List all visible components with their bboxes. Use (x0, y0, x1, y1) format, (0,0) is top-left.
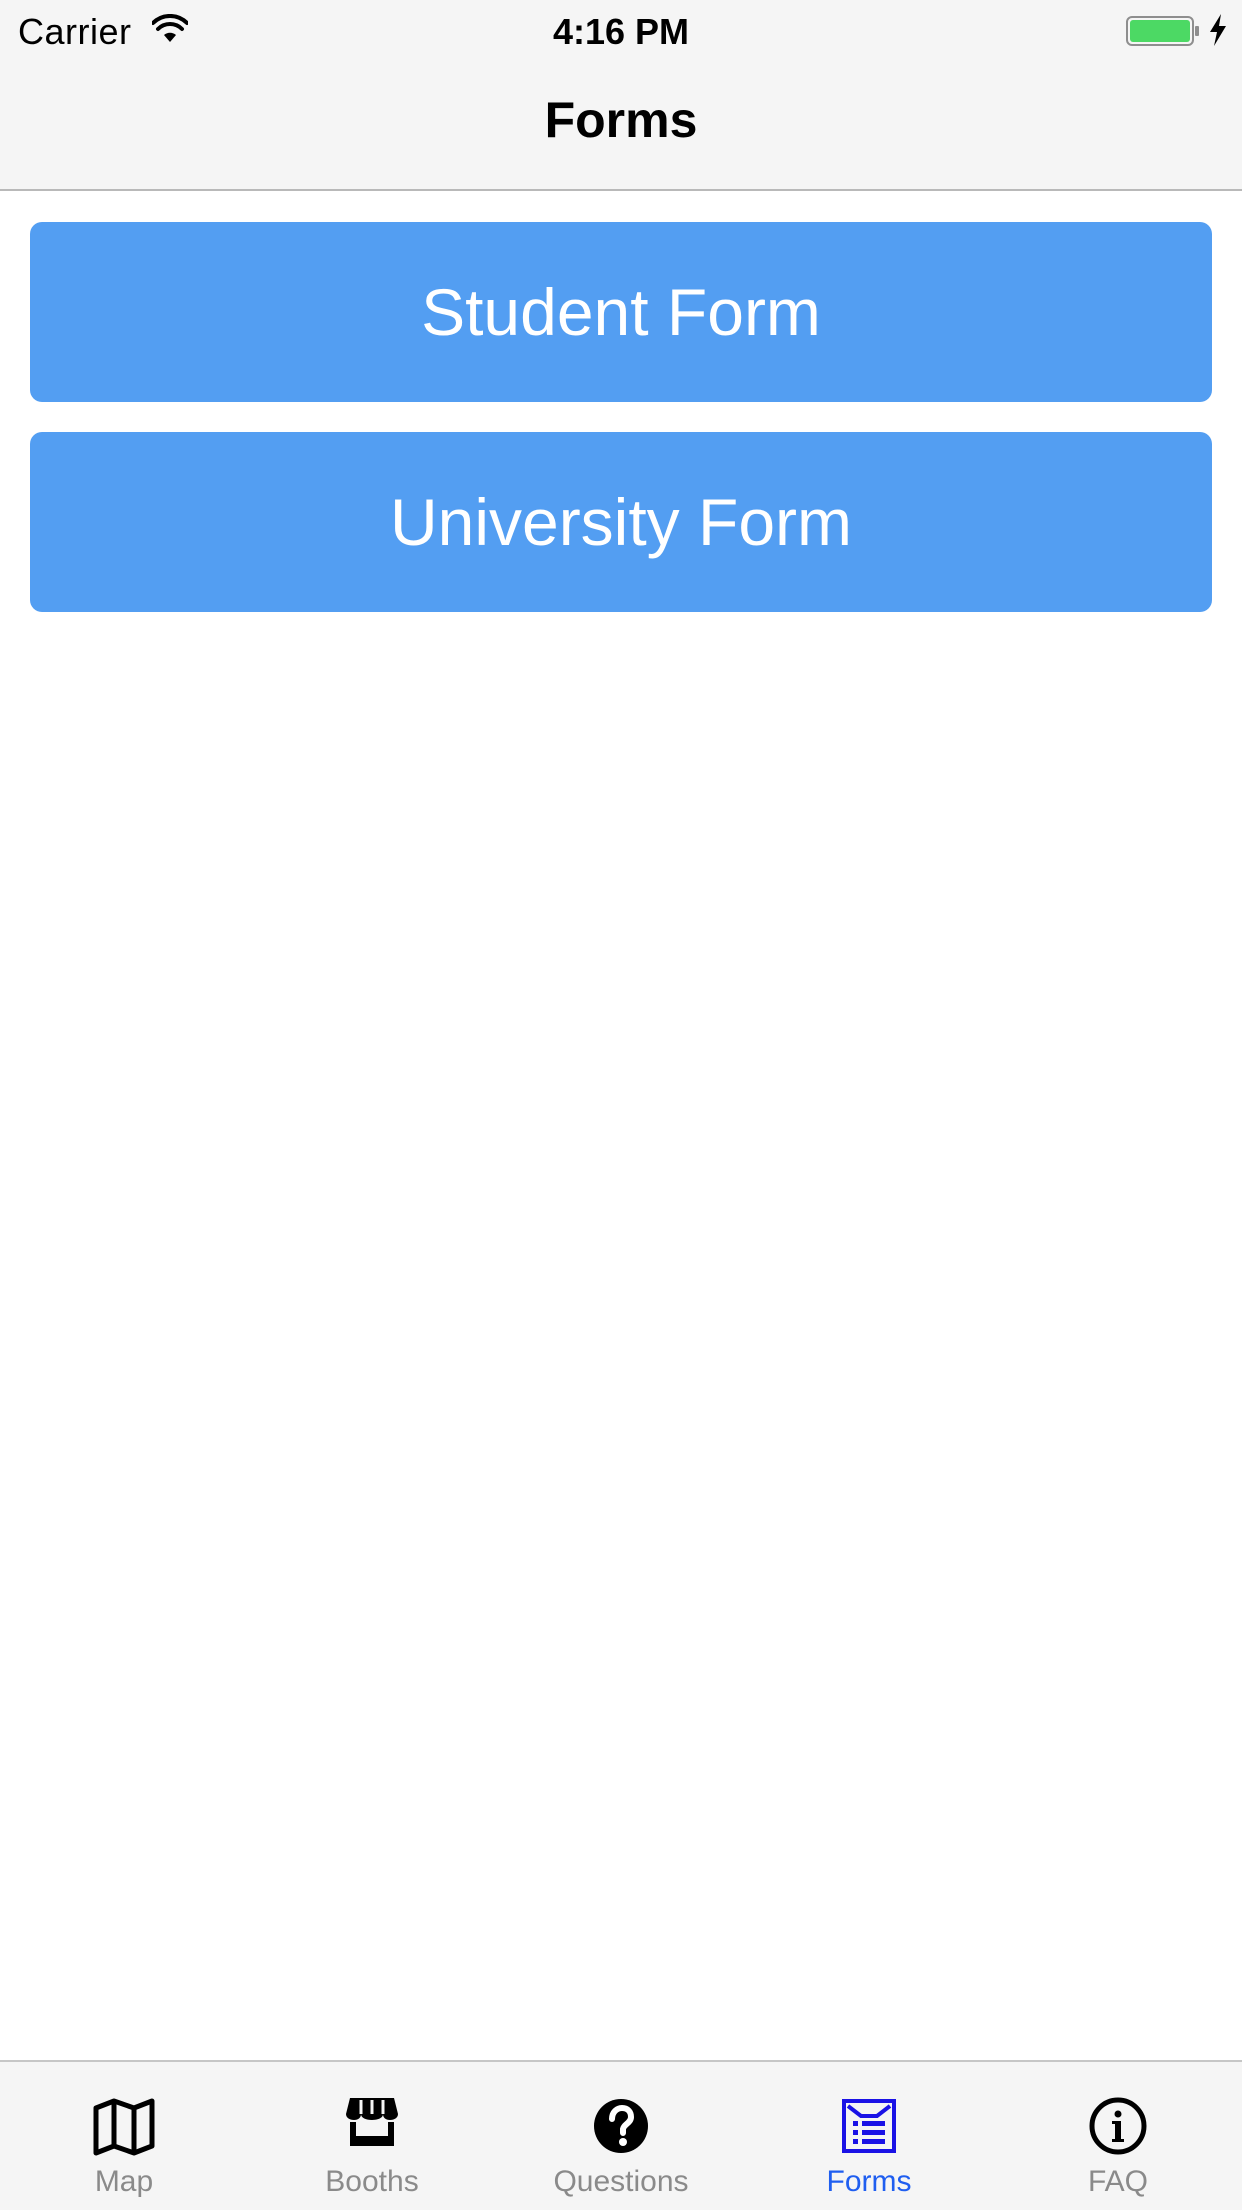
tab-booths-label: Booths (325, 2165, 419, 2198)
tab-booths[interactable]: Booths (248, 2062, 496, 2210)
student-form-button[interactable]: Student Form (30, 222, 1212, 402)
store-icon (248, 2096, 496, 2156)
tab-questions-label: Questions (553, 2165, 689, 2198)
tab-faq-label: FAQ (1087, 2165, 1148, 2198)
tab-map-label: Map (94, 2165, 154, 2198)
page-title: Forms (544, 92, 698, 148)
tab-faq[interactable]: FAQ (994, 2062, 1242, 2210)
tab-map[interactable]: Map (0, 2062, 248, 2210)
form-document-icon (745, 2096, 993, 2156)
tab-forms-label: Forms (826, 2165, 912, 2198)
status-time: 4:16 PM (552, 11, 690, 52)
info-circle-icon (994, 2096, 1242, 2156)
university-form-button[interactable]: University Form (30, 432, 1212, 612)
charging-bolt-icon (1210, 14, 1226, 46)
navigation-bar: Forms (0, 60, 1242, 191)
battery-icon (1126, 16, 1199, 46)
tab-questions[interactable]: Questions (497, 2062, 745, 2210)
question-circle-icon (497, 2096, 745, 2156)
status-bar: Carrier 4:16 PM (0, 0, 1242, 60)
tab-forms[interactable]: Forms (745, 2062, 993, 2210)
tab-bar: Map Booths Questions Forms FAQ (0, 2060, 1242, 2210)
map-icon (0, 2096, 248, 2156)
